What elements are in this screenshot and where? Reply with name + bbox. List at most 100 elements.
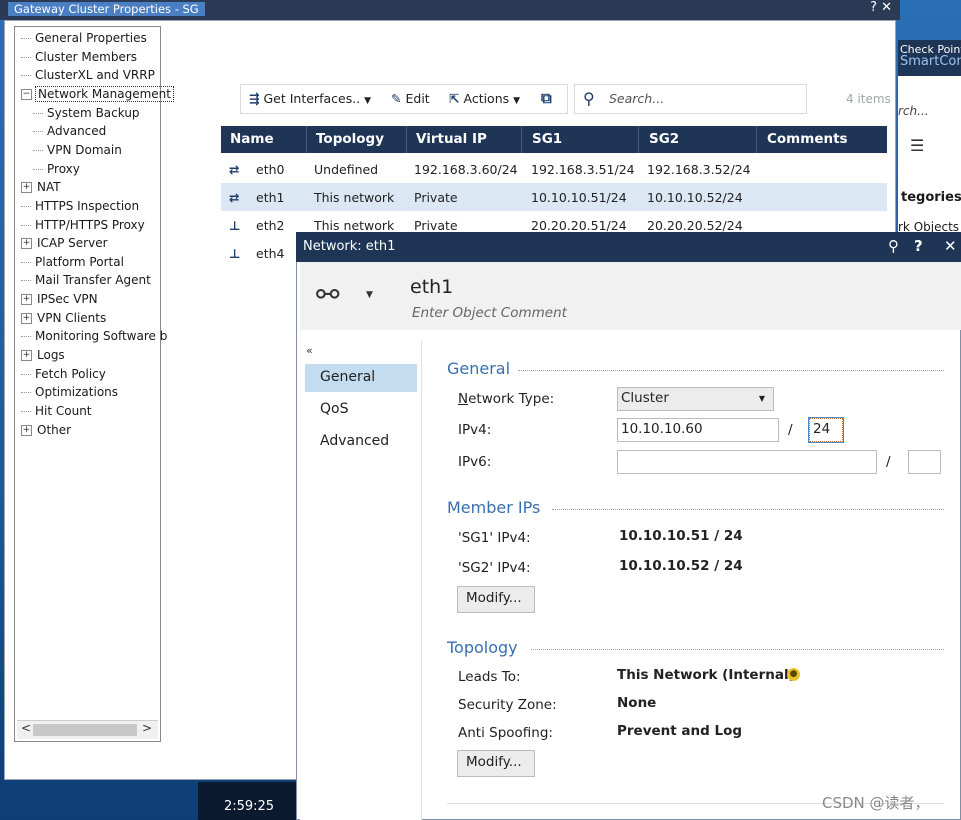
col-sg2[interactable]: SG2 (649, 131, 679, 147)
expand-icon[interactable]: + (21, 424, 32, 436)
tree-item-label: Platform Portal (35, 254, 124, 269)
tree-item[interactable]: Platform Portal (21, 253, 126, 271)
tree-item[interactable]: Mail Transfer Agent (21, 271, 153, 289)
tree-item[interactable]: + VPN Clients (21, 309, 108, 327)
tree-connector (33, 149, 43, 151)
tree-item[interactable]: Cluster Members (21, 48, 139, 66)
tree-item[interactable]: − Network Management (21, 85, 174, 103)
tree-item[interactable]: + IPSec VPN (21, 290, 100, 308)
tree-connector (33, 112, 43, 114)
network-type-select[interactable]: Cluster ▼ (617, 387, 774, 411)
anti-spoofing-label: Anti Spoofing: (458, 725, 553, 741)
security-zone-value: None (617, 695, 657, 711)
row-name: eth2 (256, 218, 285, 233)
ipv4-mask-input[interactable]: 24 (808, 417, 844, 443)
tree-item[interactable]: + Other (21, 421, 73, 439)
tree-item-label: General Properties (35, 31, 147, 45)
properties-window-titlebar: Gateway Cluster Properties - SG ? ✕ (0, 0, 900, 20)
tree-item-label: Fetch Policy (35, 366, 106, 381)
objects-search[interactable]: rch... (898, 104, 929, 118)
sg2-ipv4-label: 'SG2' IPv4: (458, 560, 531, 576)
ipv6-input[interactable] (617, 450, 877, 474)
smartconsole-title-2: SmartCons (900, 54, 961, 69)
actions-label: Actions (463, 91, 510, 106)
object-name[interactable]: eth1 (410, 276, 453, 298)
nav-qos[interactable]: QoS (305, 396, 417, 424)
help-icon[interactable]: ? (914, 237, 923, 255)
section-member-ips: Member IPs (447, 498, 541, 517)
tree-item[interactable]: Advanced (33, 122, 108, 140)
get-interfaces-icon: ⇶ (249, 91, 260, 106)
tree-horizontal-scrollbar[interactable]: < > (17, 720, 158, 739)
open-external-button[interactable]: ⧉ (541, 89, 556, 107)
nav-general[interactable]: General (305, 364, 417, 392)
window-title-buttons[interactable]: ? ✕ (870, 0, 892, 15)
tree-connector (21, 411, 31, 412)
ipv4-input[interactable]: 10.10.10.60 (617, 418, 779, 442)
tree-item[interactable]: Monitoring Software b (21, 327, 169, 345)
ipv4-label: IPv4: (458, 422, 492, 438)
scroll-left-icon[interactable]: < (21, 721, 31, 735)
tree-item[interactable]: + NAT (21, 178, 63, 196)
tree-connector (21, 373, 31, 375)
actions-button[interactable]: ⇱ Actions ▼ (449, 91, 520, 106)
tree-item[interactable]: HTTP/HTTPS Proxy (21, 216, 147, 234)
ipv6-label: IPv6: (458, 454, 492, 470)
table-row[interactable]: ⇄ eth0 Undefined 192.168.3.60/24 192.168… (221, 155, 887, 183)
tree-item[interactable]: General Properties (21, 29, 149, 47)
network-type-value: Cluster (621, 390, 669, 406)
col-name[interactable]: Name (230, 131, 274, 147)
anti-spoofing-value: Prevent and Log (617, 723, 743, 739)
col-sg1[interactable]: SG1 (532, 131, 562, 147)
tree-item-label: Logs (37, 348, 65, 363)
list-icon[interactable]: ☰ (910, 136, 924, 155)
modify-member-ips-button[interactable]: Modify... (457, 586, 535, 613)
tree-item[interactable]: ClusterXL and VRRP (21, 66, 157, 84)
expand-icon[interactable]: + (21, 294, 32, 306)
expand-icon[interactable]: + (21, 312, 32, 324)
nav-advanced[interactable]: Advanced (305, 428, 417, 456)
tree-item[interactable]: Fetch Policy (21, 365, 108, 383)
tree-item-label: Other (37, 422, 72, 437)
tree-item[interactable]: System Backup (33, 104, 142, 122)
lightbulb-icon: ● (787, 668, 800, 681)
divider (518, 370, 944, 371)
sg1-ipv4-value: 10.10.10.51 / 24 (619, 528, 743, 544)
tree-item[interactable]: Hit Count (21, 402, 94, 420)
tree-item[interactable]: VPN Domain (33, 141, 124, 159)
tree-item[interactable]: Proxy (33, 160, 82, 178)
tree-item-label: IPSec VPN (37, 292, 98, 307)
interface-icon: ⇄ (229, 162, 240, 177)
col-topology[interactable]: Topology (316, 131, 384, 147)
scroll-thumb[interactable] (33, 724, 137, 736)
get-interfaces-button[interactable]: ⇶ Get Interfaces.. ▼ (249, 91, 371, 106)
close-icon[interactable]: ✕ (944, 237, 957, 255)
divider (552, 509, 944, 510)
network-object-icon[interactable]: ⚯ (316, 278, 339, 311)
tree-item-label: NAT (37, 180, 61, 195)
scroll-right-icon[interactable]: > (142, 721, 152, 735)
collapse-icon[interactable]: − (21, 88, 32, 100)
expand-icon[interactable]: + (21, 350, 32, 362)
items-count: 4 items (846, 92, 891, 106)
ipv6-mask-input[interactable] (908, 450, 941, 474)
tree-item[interactable]: Optimizations (21, 383, 120, 401)
col-comments[interactable]: Comments (767, 131, 848, 147)
search-input[interactable]: ⚲ Search... (574, 84, 807, 114)
collapse-icon[interactable]: « (306, 344, 313, 357)
expand-icon[interactable]: + (21, 182, 32, 194)
chevron-down-icon[interactable]: ▼ (366, 290, 373, 300)
search-icon[interactable]: ⚲ (888, 237, 899, 255)
tree-item[interactable]: + Logs (21, 346, 67, 364)
edit-button[interactable]: ✎ Edit (391, 91, 430, 106)
sg1-ipv4-label: 'SG1' IPv4: (458, 530, 531, 546)
tree-item[interactable]: + ICAP Server (21, 234, 110, 252)
tree-item-label: HTTPS Inspection (35, 198, 140, 213)
object-comment-input[interactable]: Enter Object Comment (412, 305, 567, 321)
tree-item-label: ClusterXL and VRRP (35, 68, 155, 83)
col-virtual-ip[interactable]: Virtual IP (416, 131, 487, 147)
tree-item[interactable]: HTTPS Inspection (21, 197, 141, 215)
expand-icon[interactable]: + (21, 238, 32, 250)
table-row[interactable]: ⇄ eth1 This network Private 10.10.10.51/… (221, 183, 887, 211)
modify-topology-button[interactable]: Modify... (457, 750, 535, 777)
